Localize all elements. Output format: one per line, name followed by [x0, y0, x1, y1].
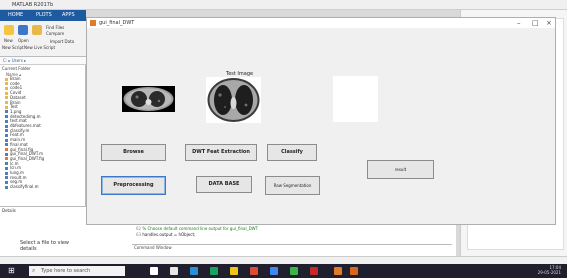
folder-icon — [5, 77, 8, 81]
task-view-icon[interactable] — [150, 267, 158, 275]
folder-icon — [5, 91, 8, 95]
file-icon — [5, 157, 8, 161]
close-button[interactable]: × — [546, 19, 552, 27]
file-icon — [5, 166, 8, 170]
address-path[interactable]: C: ▸ Users ▸ — [3, 58, 26, 63]
app2-icon[interactable] — [290, 267, 298, 275]
code-text: handles.output = hObject; — [142, 232, 196, 237]
file-icon — [5, 152, 8, 156]
file-icon — [5, 124, 8, 128]
classify-button[interactable]: Classify — [267, 144, 317, 161]
file-icon — [5, 162, 8, 166]
matlab-figure-icon — [90, 20, 96, 26]
find-files-label[interactable]: Find Files — [46, 25, 64, 30]
tab-plots[interactable]: PLOTS — [36, 12, 52, 18]
new-script-label[interactable]: New Script — [2, 45, 24, 50]
dwt-feat-extraction-button[interactable]: DWT Feat Extraction — [185, 144, 257, 161]
code-line[interactable]: 63 handles.output = hObject; — [136, 232, 195, 237]
preprocessing-button[interactable]: Preprocessing — [101, 176, 166, 195]
taskbar-clock[interactable]: 17:04 29-05-2021 — [538, 265, 561, 275]
figure-title-bar: gui_final_DWT – □ × — [87, 18, 555, 28]
windows-taskbar: ⊞ ⌕ Type here to search 17:04 29-05-2021 — [0, 264, 567, 278]
file-explorer-icon[interactable] — [170, 267, 178, 275]
new-label: New — [4, 38, 13, 43]
file-icon — [5, 138, 8, 142]
code-text: % Choose default command line output for… — [142, 226, 259, 231]
tab-apps[interactable]: APPS — [62, 12, 75, 18]
file-icon — [5, 180, 8, 184]
matlab-ribbon: New Open Find Files Compare New Script N… — [0, 21, 86, 57]
address-bar[interactable]: C: ▸ Users ▸ — [0, 57, 86, 65]
file-icon — [5, 129, 8, 133]
tab-home[interactable]: HOME — [8, 12, 23, 18]
result-image-axes — [333, 76, 378, 122]
file-icon — [5, 148, 8, 151]
figure-title: gui_final_DWT — [99, 20, 135, 26]
file-icon — [5, 171, 8, 175]
status-bar — [0, 256, 567, 264]
clock-date: 29-05-2021 — [537, 270, 561, 275]
open-icon[interactable] — [18, 25, 28, 35]
search-placeholder: Type here to search — [41, 268, 91, 274]
new-icon[interactable] — [4, 25, 14, 35]
file-icon — [5, 176, 8, 180]
maximize-button[interactable]: □ — [532, 19, 539, 27]
divider — [132, 244, 452, 245]
folder-icon[interactable] — [230, 267, 238, 275]
file-icon — [5, 119, 8, 123]
folder-icon — [5, 96, 8, 100]
folder-icon — [5, 82, 8, 86]
minimize-button[interactable]: – — [517, 19, 521, 27]
chrome-icon[interactable] — [250, 267, 258, 275]
file-icon — [5, 110, 8, 114]
folder-icon — [5, 101, 8, 104]
file-icon — [5, 133, 8, 137]
open-label: Open — [18, 38, 29, 43]
file-name: classifyfinal.m — [10, 184, 39, 190]
new-live-script-label[interactable]: New Live Script — [24, 45, 55, 50]
current-folder-panel: Current Folder Name ▴ Brain code code1 Covi… — [0, 65, 86, 206]
edge-icon[interactable] — [190, 267, 198, 275]
folder-icon — [5, 105, 8, 109]
taskbar-search-box[interactable]: ⌕ Type here to search — [29, 266, 125, 276]
current-folder-header: Current Folder — [2, 66, 31, 71]
matlab-ribbon-tabs: HOME PLOTS APPS — [0, 10, 86, 21]
code-line[interactable]: 62 % Choose default command line output … — [136, 226, 258, 231]
compare-label[interactable]: Compare — [46, 31, 64, 36]
find-files-icon[interactable] — [32, 25, 42, 35]
file-icon — [5, 185, 8, 189]
gui-figure-window: gui_final_DWT – □ × Test Image Browse DW… — [86, 17, 556, 225]
lung-ct-test-image — [206, 77, 261, 123]
store-icon[interactable] — [210, 267, 218, 275]
details-message: Select a file to view details — [20, 240, 69, 252]
file-list-item[interactable]: classifyfinal.m — [5, 184, 39, 190]
file-icon — [5, 143, 8, 147]
details-header: Details — [2, 208, 16, 213]
input-image-axes — [122, 86, 175, 112]
file-icon — [5, 115, 8, 119]
matlab-title-bar: MATLAB R2017b — [0, 0, 567, 10]
matlab-figure-taskbar-icon[interactable] — [350, 267, 358, 275]
import-data-label[interactable]: Import Data — [50, 39, 74, 44]
folder-icon — [5, 86, 8, 90]
browse-button[interactable]: Browse — [101, 144, 166, 161]
matlab-taskbar-icon[interactable] — [334, 267, 342, 275]
windows-start-icon[interactable]: ⊞ — [8, 267, 16, 275]
app3-icon[interactable] — [310, 267, 318, 275]
command-window-header: Command Window — [134, 245, 172, 250]
search-icon: ⌕ — [32, 267, 36, 274]
result-button[interactable]: result — [367, 160, 434, 179]
matlab-title: MATLAB R2017b — [12, 2, 54, 8]
app-icon[interactable] — [270, 267, 278, 275]
lung-ct-image — [122, 86, 175, 112]
test-image-axes — [206, 77, 261, 123]
database-button[interactable]: DATA BASE — [196, 176, 252, 193]
segmentation-button[interactable]: Raw Segmentation — [265, 176, 320, 195]
